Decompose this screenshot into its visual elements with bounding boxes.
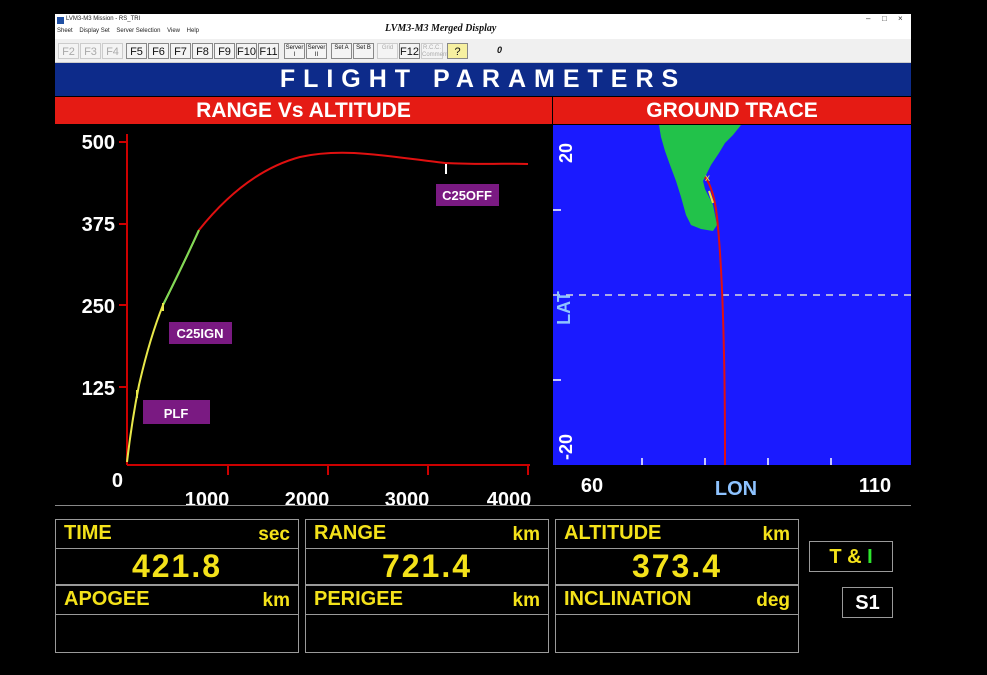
lat-axis-label: LAT	[554, 291, 574, 325]
mission-window: LVM3-M3 Mission - RS_TRI – □ × Sheet Dis…	[55, 14, 911, 675]
readout-divider	[306, 614, 548, 615]
inclination-readout: INCLINATION deg	[555, 585, 799, 653]
f5-button[interactable]: F5	[126, 43, 147, 59]
y-tick-label: 250	[82, 296, 115, 318]
inclination-label: INCLINATION	[564, 588, 692, 610]
time-unit: sec	[258, 524, 290, 545]
f11-button[interactable]: F11	[258, 43, 279, 59]
range-altitude-panel: 500 375 250 125 0 1000 2000 3000 4000 PL…	[55, 125, 552, 511]
perigee-readout: PERIGEE km	[305, 585, 549, 653]
ground-trace-panel: x 20 -20 LAT 60 110 LON	[553, 125, 911, 505]
altitude-value: 373.4	[631, 548, 723, 584]
lon-tick-label: 60	[581, 475, 603, 497]
app-icon	[57, 17, 64, 24]
status-t: T	[829, 546, 842, 568]
readout-divider	[556, 614, 798, 615]
ground-trace-map: x 20 -20 LAT 60 110 LON	[553, 125, 911, 505]
range-readout: RANGE km 721.4	[305, 519, 549, 585]
minimize-icon[interactable]: –	[866, 14, 870, 23]
status-amp: &	[847, 546, 862, 568]
display-title: LVM3-M3 Merged Display	[385, 23, 497, 34]
y-tick-label: 375	[82, 214, 115, 236]
c25ign-event-label: C25IGN	[177, 326, 224, 341]
origin-label: 0	[112, 470, 123, 492]
f2-button[interactable]: F2	[58, 43, 79, 59]
station-badge: S1	[842, 587, 893, 618]
maximize-icon[interactable]: □	[882, 14, 887, 23]
lat-tick-label: 20	[556, 143, 576, 163]
x-tick-label: 3000	[385, 489, 430, 505]
set-b-button[interactable]: Set B	[353, 43, 374, 59]
launch-site-icon: x	[705, 173, 710, 184]
menu-help[interactable]: Help	[187, 28, 199, 34]
lat-tick-label: -20	[556, 434, 576, 460]
plf-event-label: PLF	[164, 406, 189, 421]
range-altitude-header: RANGE Vs ALTITUDE	[55, 97, 552, 124]
telemetry-status-badge: T & I	[809, 541, 893, 572]
perigee-unit: km	[512, 590, 540, 611]
altitude-label: ALTITUDE	[564, 522, 662, 544]
time-readout: TIME sec 421.8	[55, 519, 299, 585]
f3-button[interactable]: F3	[80, 43, 101, 59]
f7-button[interactable]: F7	[170, 43, 191, 59]
apogee-readout: APOGEE km	[55, 585, 299, 653]
grid-button[interactable]: Grid	[377, 43, 398, 59]
trajectory-phase1	[126, 229, 200, 463]
perigee-label: PERIGEE	[314, 588, 403, 610]
page-title: FLIGHT PARAMETERS	[55, 63, 911, 96]
altitude-unit: km	[762, 524, 790, 545]
f10-button[interactable]: F10	[236, 43, 257, 59]
ground-trace-header: GROUND TRACE	[553, 97, 911, 124]
f4-button[interactable]: F4	[102, 43, 123, 59]
f6-button[interactable]: F6	[148, 43, 169, 59]
window-title: LVM3-M3 Mission - RS_TRI	[66, 16, 141, 22]
f12-button[interactable]: F12	[399, 43, 420, 59]
lon-axis-label: LON	[715, 478, 757, 500]
time-label: TIME	[64, 522, 112, 544]
server1-button[interactable]: Server I	[284, 43, 305, 59]
c25off-event-label: C25OFF	[442, 188, 492, 203]
readout-divider	[56, 614, 298, 615]
menu-view[interactable]: View	[167, 28, 180, 34]
range-unit: km	[512, 524, 540, 545]
f8-button[interactable]: F8	[192, 43, 213, 59]
inclination-unit: deg	[756, 590, 790, 611]
x-tick-label: 2000	[285, 489, 330, 505]
toolbar-value: 0	[497, 45, 503, 55]
rcc-comments-button[interactable]: R.C.C. Comments	[421, 43, 451, 59]
range-label: RANGE	[314, 522, 387, 544]
f9-button[interactable]: F9	[214, 43, 235, 59]
y-tick-label: 500	[82, 132, 115, 154]
help-icon[interactable]: ?	[447, 43, 468, 59]
x-tick-label: 1000	[185, 489, 230, 505]
close-icon[interactable]: ×	[898, 14, 903, 23]
time-value: 421.8	[131, 548, 223, 584]
range-value: 721.4	[381, 548, 473, 584]
toolbar: F2 F3 F4 F5 F6 F7 F8 F9 F10 F11 Server I…	[55, 39, 911, 63]
altitude-readout: ALTITUDE km 373.4	[555, 519, 799, 585]
apogee-unit: km	[262, 590, 290, 611]
x-tick-label: 4000	[487, 489, 532, 505]
server2-button[interactable]: Server II	[306, 43, 327, 59]
trajectory-phase2	[162, 229, 200, 306]
menu-server-selection[interactable]: Server Selection	[116, 28, 160, 34]
apogee-label: APOGEE	[64, 588, 150, 610]
range-altitude-plot: 500 375 250 125 0 1000 2000 3000 4000 PL…	[82, 132, 532, 511]
menu-display-set[interactable]: Display Set	[79, 28, 109, 34]
status-i: I	[867, 546, 873, 568]
lon-tick-label: 110	[859, 475, 891, 497]
panel-divider	[55, 505, 911, 506]
set-a-button[interactable]: Set A	[331, 43, 352, 59]
menu-sheet[interactable]: Sheet	[57, 28, 73, 34]
y-tick-label: 125	[82, 378, 115, 400]
